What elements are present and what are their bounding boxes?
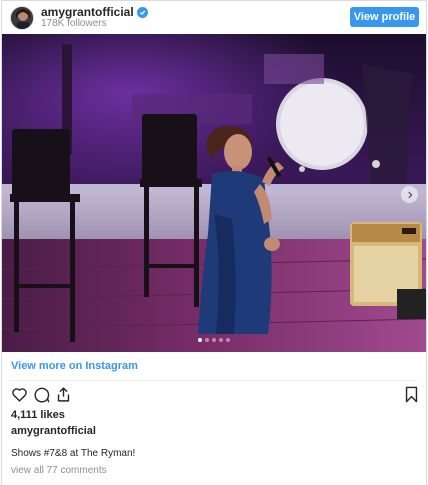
action-bar bbox=[9, 386, 421, 406]
carousel-dot bbox=[198, 338, 202, 342]
view-profile-button[interactable]: View profile bbox=[350, 7, 419, 27]
view-more-link[interactable]: View more on Instagram bbox=[11, 360, 138, 372]
comment-icon[interactable] bbox=[33, 386, 50, 403]
post-caption: Shows #7&8 at The Ryman! bbox=[11, 448, 136, 459]
carousel-dot bbox=[219, 338, 223, 342]
carousel-next-button[interactable] bbox=[401, 186, 418, 203]
share-icon[interactable] bbox=[55, 386, 72, 403]
post-photo[interactable] bbox=[2, 34, 426, 352]
carousel-dot bbox=[205, 338, 209, 342]
carousel-dot bbox=[212, 338, 216, 342]
divider bbox=[10, 380, 418, 381]
post-header: amygrantofficial 178K followers View pro… bbox=[2, 1, 426, 34]
instagram-embed-card: amygrantofficial 178K followers View pro… bbox=[1, 0, 427, 485]
avatar[interactable] bbox=[10, 6, 34, 30]
username[interactable]: amygrantofficial bbox=[41, 5, 134, 19]
bookmark-icon[interactable] bbox=[403, 386, 420, 403]
verified-badge-icon bbox=[136, 6, 148, 18]
like-count[interactable]: 4,111 likes bbox=[11, 409, 65, 421]
post-owner-username[interactable]: amygrantofficial bbox=[11, 425, 96, 437]
follower-count: 178K followers bbox=[41, 18, 107, 29]
chevron-right-icon bbox=[407, 191, 413, 198]
heart-icon[interactable] bbox=[11, 386, 28, 403]
carousel-dot bbox=[226, 338, 230, 342]
carousel-indicator bbox=[2, 338, 426, 342]
username-row: amygrantofficial bbox=[41, 5, 148, 19]
view-comments-link[interactable]: view all 77 comments bbox=[11, 465, 107, 476]
concert-photo bbox=[2, 34, 426, 352]
